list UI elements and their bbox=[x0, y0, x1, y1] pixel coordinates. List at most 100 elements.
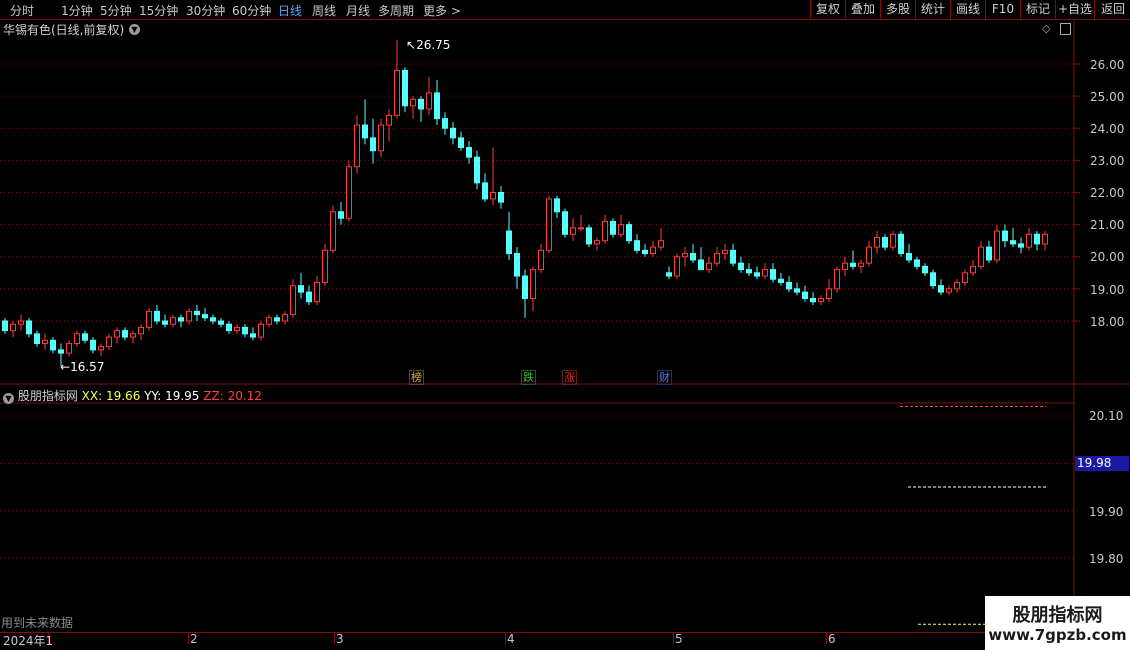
candle-body bbox=[762, 269, 768, 277]
indicator-name[interactable]: 股朋指标网 bbox=[18, 389, 78, 403]
x-axis-label: 3 bbox=[336, 632, 344, 646]
candle-body bbox=[602, 220, 608, 242]
candle-body bbox=[818, 298, 824, 303]
candle-body bbox=[74, 333, 80, 344]
candle-body bbox=[154, 310, 160, 322]
candle-body bbox=[234, 326, 240, 332]
x-tick bbox=[505, 632, 506, 644]
candle-body bbox=[410, 98, 416, 107]
chart-canvas bbox=[0, 20, 1130, 650]
candle-body bbox=[394, 69, 400, 116]
event-marker-die[interactable]: 跌 bbox=[521, 370, 536, 385]
candle-body bbox=[506, 230, 512, 255]
candle-body bbox=[498, 192, 504, 203]
candle-body bbox=[714, 253, 720, 264]
event-marker-bang[interactable]: 榜 bbox=[409, 370, 424, 385]
candle-body bbox=[386, 114, 392, 126]
candle-body bbox=[970, 265, 976, 274]
candle-body bbox=[338, 211, 344, 219]
candle-body bbox=[634, 240, 640, 251]
x-axis-line bbox=[0, 632, 1074, 633]
candle-body bbox=[354, 124, 360, 168]
candle-body bbox=[1034, 233, 1040, 245]
candle-body bbox=[450, 127, 456, 139]
indicator-title: ▼ 股朋指标网 XX: 19.66 YY: 19.95 ZZ: 20.12 bbox=[3, 387, 262, 404]
candle-body bbox=[610, 220, 616, 235]
y-axis-label: 24.00 bbox=[1090, 122, 1125, 136]
candle-body bbox=[98, 346, 104, 351]
candle-body bbox=[858, 262, 864, 267]
candle-body bbox=[722, 249, 728, 255]
candle-body bbox=[826, 288, 832, 300]
x-axis-label: 5 bbox=[675, 632, 683, 646]
candle-body bbox=[810, 298, 816, 303]
candle-body bbox=[770, 269, 776, 280]
chevron-down-icon[interactable]: ▼ bbox=[3, 393, 14, 404]
indicator-y-label: 19.90 bbox=[1089, 505, 1124, 519]
candle-body bbox=[18, 320, 24, 325]
x-axis-label: 6 bbox=[828, 632, 836, 646]
event-marker-zhang[interactable]: 涨 bbox=[562, 370, 577, 385]
candle-body bbox=[378, 124, 384, 152]
y-axis-label: 21.00 bbox=[1090, 218, 1125, 232]
candle-body bbox=[50, 339, 56, 351]
candle-body bbox=[122, 330, 128, 338]
watermark-url: www.7gpzb.com bbox=[988, 626, 1127, 644]
candle-body bbox=[370, 137, 376, 152]
candle-body bbox=[10, 323, 16, 332]
candle-body bbox=[922, 265, 928, 274]
candle-body bbox=[346, 166, 352, 219]
candle-body bbox=[58, 349, 64, 354]
x-axis-label: 2 bbox=[190, 632, 198, 646]
candle-body bbox=[938, 285, 944, 293]
candle-body bbox=[890, 233, 896, 248]
candle-body bbox=[130, 333, 136, 338]
candle-body bbox=[1018, 243, 1024, 248]
candle-body bbox=[402, 69, 408, 107]
candle-body bbox=[90, 339, 96, 351]
candle-body bbox=[674, 256, 680, 277]
current-value-badge: 19.98 bbox=[1075, 456, 1129, 471]
candle-body bbox=[570, 227, 576, 235]
candle-body bbox=[562, 211, 568, 235]
indicator-y-label: 19.80 bbox=[1089, 552, 1124, 566]
candle-body bbox=[146, 310, 152, 328]
candle-body bbox=[946, 288, 952, 293]
candle-body bbox=[114, 330, 120, 338]
candle-body bbox=[258, 323, 264, 338]
candle-body bbox=[866, 246, 872, 264]
candle-body bbox=[250, 333, 256, 338]
candle-body bbox=[746, 269, 752, 274]
low-label: 16.57 bbox=[70, 360, 105, 374]
y-axis-label: 22.00 bbox=[1090, 186, 1125, 200]
candle-body bbox=[266, 317, 272, 325]
candle-body bbox=[202, 314, 208, 319]
candle-body bbox=[226, 323, 232, 332]
candle-body bbox=[82, 333, 88, 341]
candle-body bbox=[538, 249, 544, 271]
candle-body bbox=[834, 269, 840, 290]
y-axis-label: 18.00 bbox=[1090, 315, 1125, 329]
xx-value: XX: 19.66 bbox=[81, 389, 141, 403]
candle-body bbox=[194, 310, 200, 316]
candle-body bbox=[690, 253, 696, 261]
candle-body bbox=[42, 339, 48, 344]
candle-body bbox=[666, 272, 672, 277]
low-marker: ←16.57 bbox=[60, 360, 105, 374]
future-data-note: 用到未来数据 bbox=[1, 616, 74, 630]
candle-body bbox=[546, 198, 552, 251]
candle-body bbox=[514, 253, 520, 277]
candle-body bbox=[930, 272, 936, 287]
high-marker: ↖26.75 bbox=[406, 38, 451, 52]
candle-body bbox=[26, 320, 32, 335]
candle-body bbox=[522, 275, 528, 300]
x-tick bbox=[188, 632, 189, 644]
candle-body bbox=[306, 291, 312, 303]
candle-body bbox=[842, 262, 848, 271]
candle-body bbox=[218, 320, 224, 325]
candle-body bbox=[658, 240, 664, 248]
candle-body bbox=[66, 342, 72, 354]
event-marker-cai[interactable]: 财 bbox=[657, 370, 672, 385]
y-axis-label: 19.00 bbox=[1090, 283, 1125, 297]
candle-body bbox=[242, 326, 248, 335]
